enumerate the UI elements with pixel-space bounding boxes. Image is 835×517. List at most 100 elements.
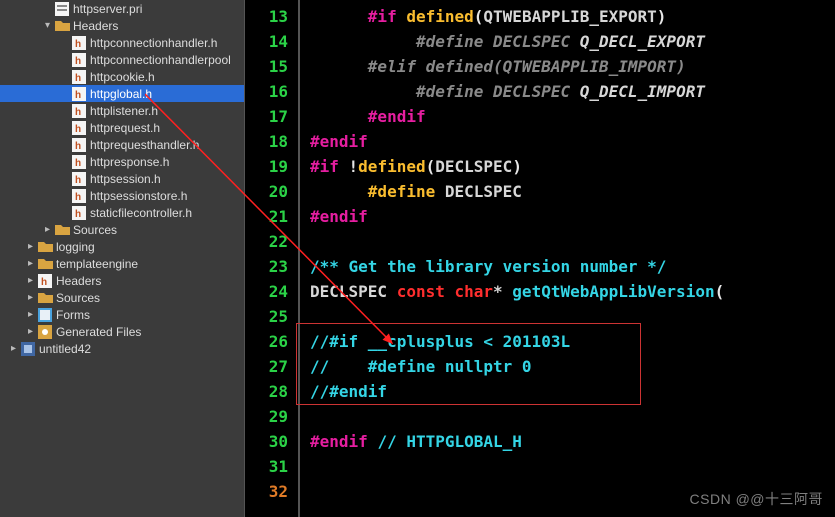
line-number: 31 [245,454,288,479]
folder-icon [54,18,70,33]
h-icon: h [71,154,87,169]
h-icon: h [71,137,87,152]
tree-item-label: logging [56,240,95,254]
folder-icon [37,239,53,254]
tree-item-httplistener-h[interactable]: h httplistener.h [0,102,244,119]
h-icon: h [71,171,87,186]
line-number: 25 [245,304,288,329]
line-number: 17 [245,104,288,129]
tree-item-httpcookie-h[interactable]: h httpcookie.h [0,68,244,85]
tree-item-label: Sources [73,223,117,237]
line-number: 13 [245,4,288,29]
proj-icon [20,341,36,356]
h-icon: h [71,69,87,84]
line-number: 32 [245,479,288,504]
folder-icon [37,256,53,271]
line-number: 16 [245,79,288,104]
tree-toggle-icon[interactable]: ▸ [25,258,36,269]
tree-toggle-icon[interactable]: ▸ [42,224,53,235]
gen-icon [37,324,53,339]
tree-item-templateengine[interactable]: ▸ templateengine [0,255,244,272]
tree-item-httprequest-h[interactable]: h httprequest.h [0,119,244,136]
svg-text:h: h [75,90,81,101]
tree-toggle-icon[interactable]: ▸ [25,241,36,252]
tree-item-label: httpsession.h [90,172,161,186]
tree-item-label: httpsessionstore.h [90,189,187,203]
tree-toggle-icon[interactable]: ▸ [25,292,36,303]
file-tree-sidebar: httpserver.pri▾Headershhttpconnectionhan… [0,0,245,517]
tree-item-httpsessionstore-h[interactable]: h httpsessionstore.h [0,187,244,204]
line-number: 20 [245,179,288,204]
line-number: 30 [245,429,288,454]
svg-text:h: h [75,192,81,203]
tree-item-headers[interactable]: ▸hHeaders [0,272,244,289]
watermark-text: CSDN @@十三阿哥 [690,489,823,509]
svg-text:h: h [75,209,81,220]
tree-item-label: httpserver.pri [73,2,142,16]
tree-item-label: httprequest.h [90,121,160,135]
h-icon: h [71,205,87,220]
tree-item-sources[interactable]: ▸Sources [0,289,244,306]
svg-text:h: h [75,73,81,84]
tree-item-label: httplistener.h [90,104,158,118]
line-number: 14 [245,29,288,54]
tree-toggle-icon[interactable]: ▸ [8,343,19,354]
tree-item-sources[interactable]: ▸ Sources [0,221,244,238]
folder-icon [37,290,53,305]
tree-item-httpserver-pri[interactable]: httpserver.pri [0,0,244,17]
tree-item-httprequesthandler-h[interactable]: h httprequesthandler.h [0,136,244,153]
code-editor: 1314151617181920212223242526272829303132… [245,0,835,517]
tree-item-label: Headers [56,274,101,288]
app-root: httpserver.pri▾Headershhttpconnectionhan… [0,0,835,517]
h-icon: h [71,188,87,203]
tree-item-forms[interactable]: ▸ Forms [0,306,244,323]
line-number: 19 [245,154,288,179]
code-area[interactable]: #if defined(QTWEBAPPLIB_EXPORT) #define … [300,0,835,517]
h-icon: h [37,273,53,288]
tree-toggle-icon[interactable]: ▸ [25,275,36,286]
line-number: 23 [245,254,288,279]
tree-item-label: httpconnectionhandler.h [90,36,217,50]
tree-item-label: httpconnectionhandlerpool [90,53,231,67]
line-number: 29 [245,404,288,429]
tree-item-label: untitled42 [39,342,91,356]
tree-item-httpconnectionhandlerpool[interactable]: h httpconnectionhandlerpool [0,51,244,68]
svg-text:h: h [75,175,81,186]
tree-item-label: Headers [73,19,118,33]
tree-item-headers[interactable]: ▾ Headers [0,17,244,34]
svg-text:h: h [75,124,81,135]
tree-item-label: Generated Files [56,325,141,339]
tree-item-staticfilecontroller-h[interactable]: h staticfilecontroller.h [0,204,244,221]
tree-item-label: httpglobal.h [90,87,152,101]
svg-text:h: h [75,107,81,118]
tree-item-label: staticfilecontroller.h [90,206,192,220]
h-icon: h [71,52,87,67]
line-number: 27 [245,354,288,379]
line-number-gutter: 1314151617181920212223242526272829303132 [245,0,300,517]
line-number: 15 [245,54,288,79]
tree-item-label: templateengine [56,257,138,271]
tree-toggle-icon[interactable]: ▸ [25,326,36,337]
tree-item-httpsession-h[interactable]: h httpsession.h [0,170,244,187]
folder-icon [54,222,70,237]
svg-text:h: h [75,56,81,67]
tree-item-untitled42[interactable]: ▸ untitled42 [0,340,244,357]
tree-item-label: Forms [56,308,90,322]
svg-text:h: h [75,39,81,50]
h-icon: h [71,35,87,50]
line-number: 26 [245,329,288,354]
tree-item-httpglobal-h[interactable]: h httpglobal.h [0,85,244,102]
tree-toggle-icon[interactable]: ▸ [25,309,36,320]
h-icon: h [71,103,87,118]
line-number: 24 [245,279,288,304]
tree-toggle-icon[interactable]: ▾ [42,20,53,31]
tree-item-httpresponse-h[interactable]: hhttpresponse.h [0,153,244,170]
form-icon [37,307,53,322]
svg-text:h: h [75,141,81,152]
line-number: 21 [245,204,288,229]
tree-item-label: httpcookie.h [90,70,155,84]
tree-item-label: httprequesthandler.h [90,138,199,152]
tree-item-httpconnectionhandler-h[interactable]: h httpconnectionhandler.h [0,34,244,51]
tree-item-logging[interactable]: ▸ logging [0,238,244,255]
tree-item-generated-files[interactable]: ▸ Generated Files [0,323,244,340]
